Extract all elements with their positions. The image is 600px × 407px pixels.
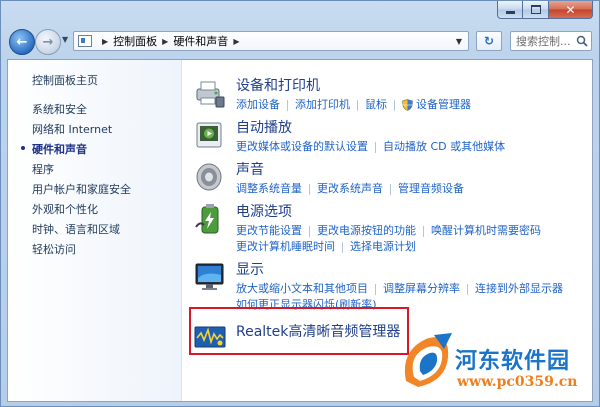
control-panel-icon [78, 35, 92, 47]
sidebar-item-system-security[interactable]: 系统和安全 [32, 101, 87, 117]
minimize-icon [505, 11, 515, 14]
caption-buttons: ✕ [497, 1, 593, 19]
refresh-icon: ↻ [483, 34, 495, 48]
sidebar: 控制面板主页 系统和安全 网络和 Internet 硬件和声音 程序 用户帐户和… [8, 60, 182, 401]
address-dropdown-icon[interactable]: ▼ [450, 32, 468, 50]
refresh-button[interactable]: ↻ [476, 31, 502, 51]
add-device-link[interactable]: 添加设备 [236, 97, 280, 113]
close-icon: ✕ [565, 2, 576, 17]
require-password-wake-link[interactable]: 唤醒计算机时需要密码 [431, 223, 541, 239]
link-separator [390, 183, 391, 195]
forward-arrow-icon: → [42, 34, 54, 50]
link-row: 放大或缩小文本和其他项目 调整屏幕分辨率 连接到外部显示器 [236, 281, 576, 297]
text-size-link[interactable]: 放大或缩小文本和其他项目 [236, 281, 368, 297]
breadcrumb-chevron-icon[interactable]: ▶ [233, 37, 239, 46]
change-power-saving-link[interactable]: 更改节能设置 [236, 223, 302, 239]
recent-pages-dropdown[interactable]: ▼ [62, 35, 68, 44]
forward-button[interactable]: → [35, 29, 61, 55]
uac-shield-icon [402, 99, 413, 111]
sidebar-item-ease-of-access[interactable]: 轻松访问 [32, 241, 76, 257]
add-printer-link[interactable]: 添加打印机 [295, 97, 350, 113]
sidebar-item-label: 硬件和声音 [32, 143, 87, 156]
link-row: 更改计算机睡眠时间 选择电源计划 [236, 239, 576, 255]
link-separator [375, 283, 376, 295]
sidebar-item-user-accounts[interactable]: 用户帐户和家庭安全 [32, 181, 131, 197]
link-separator [287, 99, 288, 111]
printer-icon[interactable] [194, 77, 226, 109]
category-title-sound[interactable]: 声音 [236, 159, 264, 179]
maximize-button[interactable] [523, 1, 549, 19]
link-separator [423, 225, 424, 237]
link-separator [309, 225, 310, 237]
speaker-icon[interactable] [194, 161, 226, 193]
autoplay-cd-link[interactable]: 自动播放 CD 或其他媒体 [383, 139, 505, 155]
mouse-link[interactable]: 鼠标 [365, 97, 387, 113]
choose-power-plan-link[interactable]: 选择电源计划 [350, 239, 416, 255]
battery-icon[interactable] [194, 203, 226, 235]
watermark-url: www.pc0359.cn [457, 374, 578, 390]
category-title-power-options[interactable]: 电源选项 [236, 201, 292, 221]
category-title-display[interactable]: 显示 [236, 259, 264, 279]
monitor-icon[interactable] [194, 261, 226, 293]
sidebar-item-clock-region[interactable]: 时钟、语言和区域 [32, 221, 120, 237]
close-button[interactable]: ✕ [549, 1, 593, 19]
navigation-bar: ← → ▼ ▶ 控制面板 ▶ 硬件和声音 ▶ ▼ ↻ 搜索控制... [7, 25, 593, 59]
change-sleep-time-link[interactable]: 更改计算机睡眠时间 [236, 239, 335, 255]
category-links: 调整系统音量 更改系统声音 管理音频设备 [236, 181, 576, 197]
category-title-devices-printers[interactable]: 设备和打印机 [236, 75, 320, 95]
change-power-button-link[interactable]: 更改电源按钮的功能 [317, 223, 416, 239]
link-separator [394, 99, 395, 111]
link-separator [375, 141, 376, 153]
watermark-title: 河东软件园 [455, 348, 571, 374]
breadcrumb-chevron-icon[interactable]: ▶ [162, 37, 168, 46]
category-links: 更改媒体或设备的默认设置 自动播放 CD 或其他媒体 [236, 139, 576, 155]
back-arrow-icon: ← [16, 34, 28, 50]
manage-audio-devices-link[interactable]: 管理音频设备 [398, 181, 464, 197]
link-row: 更改节能设置 更改电源按钮的功能 唤醒计算机时需要密码 [236, 223, 576, 239]
link-separator [342, 241, 343, 253]
device-manager-link[interactable]: 设备管理器 [416, 97, 471, 113]
sidebar-item-hardware-sound[interactable]: 硬件和声音 [21, 141, 87, 157]
link-row: 添加设备 添加打印机 鼠标 设备管理器 [236, 97, 576, 113]
link-separator [309, 183, 310, 195]
link-separator [357, 99, 358, 111]
change-system-sounds-link[interactable]: 更改系统声音 [317, 181, 383, 197]
link-row: 更改媒体或设备的默认设置 自动播放 CD 或其他媒体 [236, 139, 576, 155]
sidebar-item-appearance[interactable]: 外观和个性化 [32, 201, 98, 217]
change-default-media-link[interactable]: 更改媒体或设备的默认设置 [236, 139, 368, 155]
current-item-bullet-icon [21, 146, 25, 150]
back-button[interactable]: ← [9, 29, 35, 55]
address-bar[interactable]: ▶ 控制面板 ▶ 硬件和声音 ▶ ▼ [73, 31, 469, 51]
breadcrumb-chevron-icon[interactable]: ▶ [102, 37, 108, 46]
minimize-button[interactable] [497, 1, 523, 19]
search-icon[interactable] [576, 35, 588, 47]
watermark-logo-icon [404, 333, 452, 387]
autoplay-icon[interactable] [194, 119, 226, 151]
maximize-icon [530, 5, 541, 14]
sidebar-item-programs[interactable]: 程序 [32, 161, 54, 177]
breadcrumb-hardware-sound[interactable]: 硬件和声音 [173, 33, 228, 49]
sidebar-item-home[interactable]: 控制面板主页 [32, 72, 98, 88]
category-links: 添加设备 添加打印机 鼠标 设备管理器 [236, 97, 576, 113]
sidebar-item-network[interactable]: 网络和 Internet [32, 121, 112, 137]
category-title-autoplay[interactable]: 自动播放 [236, 117, 292, 137]
control-panel-window: ✕ ← → ▼ ▶ 控制面板 ▶ 硬件和声音 ▶ ▼ ↻ 搜索控制... 控制面… [0, 0, 600, 407]
adjust-volume-link[interactable]: 调整系统音量 [236, 181, 302, 197]
external-display-link[interactable]: 连接到外部显示器 [475, 281, 563, 297]
highlight-box [189, 307, 409, 355]
category-links: 更改节能设置 更改电源按钮的功能 唤醒计算机时需要密码 更改计算机睡眠时间 选择… [236, 223, 576, 255]
screen-resolution-link[interactable]: 调整屏幕分辨率 [383, 281, 460, 297]
search-placeholder: 搜索控制... [516, 35, 571, 48]
link-separator [467, 283, 468, 295]
search-box[interactable]: 搜索控制... [510, 31, 592, 51]
link-row: 调整系统音量 更改系统声音 管理音频设备 [236, 181, 576, 197]
breadcrumb-control-panel[interactable]: 控制面板 [113, 33, 157, 49]
